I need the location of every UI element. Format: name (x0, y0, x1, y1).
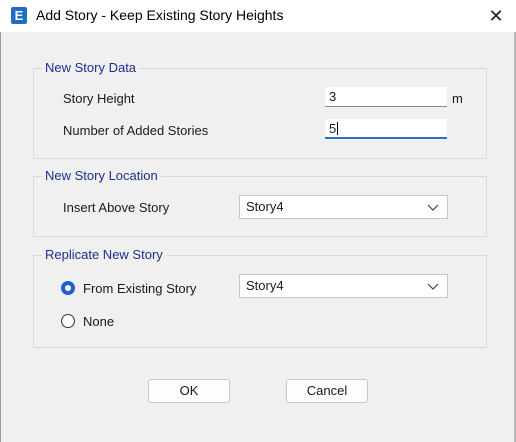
text-caret (337, 122, 339, 135)
chevron-down-icon (427, 204, 439, 211)
group-legend: New Story Location (42, 168, 161, 183)
from-existing-dropdown[interactable]: Story4 (239, 274, 448, 298)
story-height-input[interactable]: 3 (325, 87, 447, 107)
from-existing-label: From Existing Story (83, 281, 197, 296)
insert-above-label: Insert Above Story (63, 200, 170, 215)
replicate-new-story-group: Replicate New Story (33, 247, 487, 348)
cancel-button[interactable]: Cancel (286, 379, 368, 403)
app-icon: E (11, 7, 27, 24)
window-border-left (0, 32, 1, 442)
none-label: None (83, 314, 115, 329)
from-existing-radio[interactable] (61, 281, 75, 295)
group-legend: New Story Data (42, 60, 140, 75)
ok-button[interactable]: OK (148, 379, 230, 403)
none-radio[interactable] (61, 314, 75, 328)
insert-above-dropdown[interactable]: Story4 (239, 195, 448, 219)
group-legend: Replicate New Story (42, 247, 166, 262)
story-height-unit: m (452, 91, 463, 106)
from-existing-value: Story4 (246, 278, 284, 293)
chevron-down-icon (427, 283, 439, 290)
title-bar: E Add Story - Keep Existing Story Height… (0, 0, 516, 32)
close-icon[interactable]: ✕ (484, 5, 508, 27)
added-stories-input[interactable]: 5 (325, 119, 447, 139)
added-stories-value: 5 (329, 121, 337, 136)
insert-above-value: Story4 (246, 199, 284, 214)
new-story-data-group: New Story Data (33, 60, 487, 159)
added-stories-label: Number of Added Stories (63, 123, 209, 138)
story-height-label: Story Height (63, 91, 135, 106)
window-title: Add Story - Keep Existing Story Heights (36, 7, 284, 23)
